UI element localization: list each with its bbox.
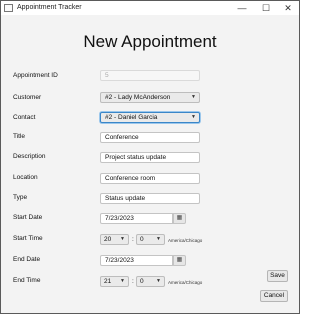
- customer-select-value: #2 - Lady McAnderson: [105, 94, 171, 101]
- start-date-calendar-button[interactable]: ▦: [173, 213, 186, 224]
- description-label: Description: [13, 153, 46, 160]
- end-hour-value: 21: [104, 278, 112, 285]
- chevron-down-icon: ▼: [156, 278, 161, 284]
- start-hour-select[interactable]: 20 ▼: [100, 234, 129, 245]
- chevron-down-icon: ▼: [120, 278, 125, 284]
- start-time-label: Start Time: [13, 235, 43, 242]
- page-title: New Appointment: [83, 32, 217, 51]
- cancel-button[interactable]: Cancel: [260, 290, 288, 302]
- location-field[interactable]: Conference room: [100, 173, 200, 184]
- chevron-down-icon: ▼: [191, 114, 196, 120]
- description-field[interactable]: Project status update: [100, 152, 200, 163]
- type-field[interactable]: Status update: [100, 193, 200, 204]
- window-title: Appointment Tracker: [17, 4, 82, 11]
- contact-label: Contact: [13, 114, 36, 121]
- start-date-input[interactable]: 7/23/2023: [100, 213, 173, 224]
- start-minute-select[interactable]: 0 ▼: [136, 234, 165, 245]
- calendar-icon: ▦: [176, 215, 183, 221]
- customer-label: Customer: [13, 94, 42, 101]
- title-bar: Appointment Tracker — ☐ ✕: [1, 1, 299, 15]
- customer-select[interactable]: #2 - Lady McAnderson ▼: [100, 92, 200, 103]
- appointment-id-field: 5: [100, 70, 200, 81]
- end-time-label: End Time: [13, 277, 41, 284]
- contact-select[interactable]: #2 - Daniel Garcia ▼: [100, 112, 200, 123]
- close-button[interactable]: ✕: [277, 1, 299, 15]
- end-minute-value: 0: [140, 278, 144, 285]
- start-minute-value: 0: [140, 236, 144, 243]
- end-time-separator: :: [132, 278, 134, 285]
- type-label: Type: [13, 194, 28, 201]
- minimize-button[interactable]: —: [231, 1, 253, 15]
- end-date-label: End Date: [13, 256, 41, 263]
- start-hour-value: 20: [104, 236, 112, 243]
- end-date-calendar-button[interactable]: ▦: [173, 255, 186, 266]
- contact-select-value: #2 - Daniel Garcia: [105, 114, 158, 121]
- chevron-down-icon: ▼: [120, 236, 125, 242]
- chevron-down-icon: ▼: [191, 94, 196, 100]
- title-label: Title: [13, 133, 26, 140]
- appointment-id-label: Appointment ID: [13, 72, 58, 79]
- end-timezone-label: America/Chicago: [168, 280, 203, 285]
- start-date-label: Start Date: [13, 214, 43, 221]
- title-field[interactable]: Conference: [100, 132, 200, 143]
- save-button[interactable]: Save: [267, 270, 288, 282]
- calendar-icon: ▦: [176, 257, 183, 263]
- end-date-input[interactable]: 7/23/2023: [100, 255, 173, 266]
- location-label: Location: [13, 174, 38, 181]
- maximize-button[interactable]: ☐: [255, 1, 277, 15]
- end-hour-select[interactable]: 21 ▼: [100, 276, 129, 287]
- end-minute-select[interactable]: 0 ▼: [136, 276, 165, 287]
- app-icon: [4, 4, 13, 12]
- chevron-down-icon: ▼: [156, 236, 161, 242]
- start-time-separator: :: [132, 236, 134, 243]
- start-timezone-label: America/Chicago: [168, 238, 203, 243]
- app-window: Appointment Tracker — ☐ ✕ New Appointmen…: [0, 0, 300, 314]
